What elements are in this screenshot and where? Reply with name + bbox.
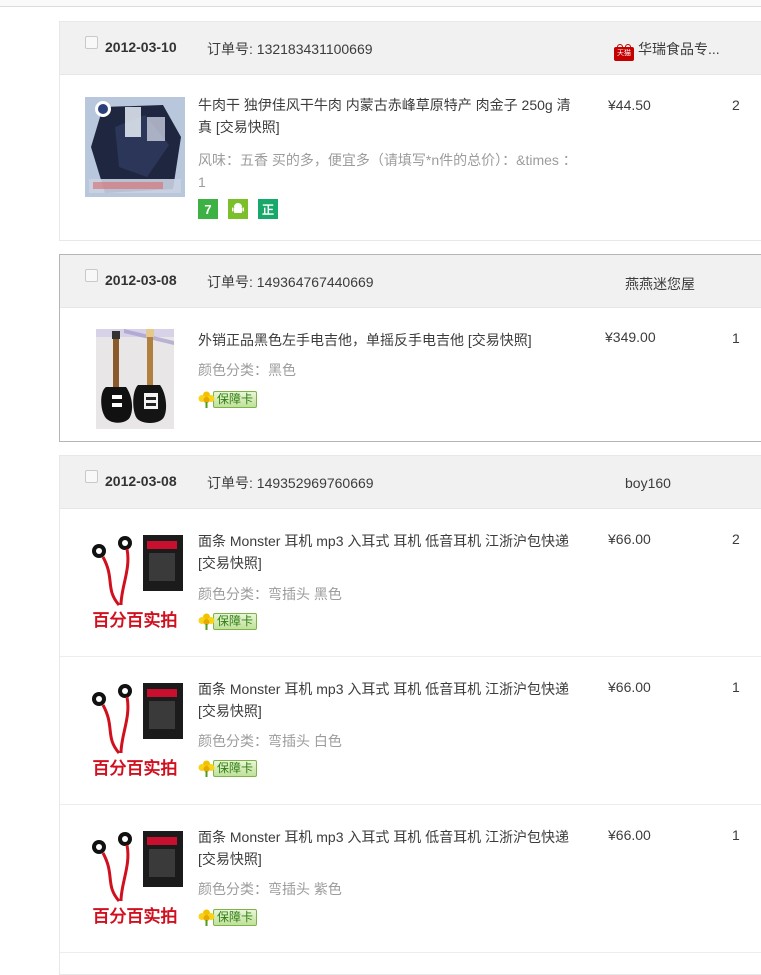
image-caption: 百分百实拍	[93, 906, 178, 925]
item-quantity: 2	[732, 97, 740, 113]
seller-link[interactable]: 天猫 华瑞食品专...	[614, 39, 720, 61]
flower-icon	[198, 909, 215, 926]
order-number: 订单号: 132183431100669	[207, 39, 373, 59]
order-card: 2012-03-08 订单号: 149364767440669 燕燕迷您屋 外销…	[59, 254, 761, 442]
service-icons: 保障卡	[198, 613, 258, 630]
protection-card-badge[interactable]: 保障卡	[198, 391, 258, 408]
protection-card-label: 保障卡	[213, 391, 258, 408]
image-caption: 百分百实拍	[93, 610, 178, 629]
protection-card-label: 保障卡	[213, 909, 258, 926]
item-title-link[interactable]: 面条 Monster 耳机 mp3 入耳式 耳机 低音耳机 江浙沪包快递 [交易…	[198, 826, 573, 870]
order-select-checkbox[interactable]	[85, 269, 98, 282]
item-title-link[interactable]: 面条 Monster 耳机 mp3 入耳式 耳机 低音耳机 江浙沪包快递 [交易…	[198, 530, 573, 574]
order-item: 百分百实拍 面条 Monster 耳机 mp3 入耳式 耳机 低音耳机 江浙沪包…	[60, 805, 761, 953]
order-header: 2012-03-08 订单号: 149364767440669 燕燕迷您屋	[60, 255, 761, 308]
item-quantity: 2	[732, 531, 740, 547]
item-price: ¥44.50	[608, 97, 651, 113]
order-number-label: 订单号:	[207, 41, 257, 57]
order-card: 2012-03-08 订单号: 149352969760669 boy160 百…	[59, 455, 761, 975]
item-title-link[interactable]: 牛肉干 独伊佳风干牛肉 内蒙古赤峰草原特产 肉金子 250g 清真 [交易快照]	[198, 94, 573, 138]
order-select-checkbox[interactable]	[85, 470, 98, 483]
seller-name[interactable]: boy160	[625, 475, 671, 491]
order-number-value: 149364767440669	[256, 274, 374, 290]
item-price: ¥66.00	[608, 679, 651, 695]
order-number-label: 订单号:	[207, 274, 257, 290]
order-card: 2012-03-10 订单号: 132183431100669 天猫 华瑞食品专.…	[59, 21, 761, 241]
order-item: 外销正品黑色左手电吉他，单摇反手电吉他 [交易快照] 颜色分类：黑色 ¥349.…	[60, 308, 761, 442]
item-quantity: 1	[732, 827, 740, 843]
item-price: ¥349.00	[605, 329, 656, 345]
item-price: ¥66.00	[608, 827, 651, 843]
item-quantity: 1	[732, 679, 740, 695]
item-attributes: 颜色分类：弯插头 白色	[198, 733, 342, 749]
item-title-link[interactable]: 外销正品黑色左手电吉他，单摇反手电吉他 [交易快照]	[198, 329, 573, 351]
authentic-guarantee-icon[interactable]: 正	[258, 199, 278, 219]
protection-card-badge[interactable]: 保障卡	[198, 760, 258, 777]
order-number-value: 149352969760669	[256, 475, 374, 491]
protection-card-label: 保障卡	[213, 760, 258, 777]
service-icons: 保障卡	[198, 760, 258, 777]
flower-icon	[198, 760, 215, 777]
order-date: 2012-03-08	[105, 473, 177, 489]
mobile-order-icon[interactable]	[228, 199, 248, 219]
order-date: 2012-03-08	[105, 272, 177, 288]
guitar-thumbnail[interactable]	[96, 329, 174, 429]
order-number: 订单号: 149352969760669	[207, 473, 374, 493]
service-icons: 保障卡	[198, 909, 258, 926]
protection-card-badge[interactable]: 保障卡	[198, 909, 258, 926]
top-divider	[0, 0, 761, 7]
order-header: 2012-03-08 订单号: 149352969760669 boy160	[60, 456, 761, 509]
item-title-link[interactable]: 面条 Monster 耳机 mp3 入耳式 耳机 低音耳机 江浙沪包快递 [交易…	[198, 678, 573, 722]
flower-icon	[198, 391, 215, 408]
order-item: 百分百实拍 面条 Monster 耳机 mp3 入耳式 耳机 低音耳机 江浙沪包…	[60, 657, 761, 805]
order-item: 百分百实拍 面条 Monster 耳机 mp3 入耳式 耳机 低音耳机 江浙沪包…	[60, 509, 761, 657]
seven-day-return-icon[interactable]: 7	[198, 199, 218, 219]
service-icons: 7 正	[198, 199, 278, 219]
order-header: 2012-03-10 订单号: 132183431100669 天猫 华瑞食品专.…	[60, 22, 761, 75]
order-number-label: 订单号:	[207, 475, 257, 491]
item-attributes: 颜色分类：弯插头 黑色	[198, 586, 342, 602]
flower-icon	[198, 613, 215, 630]
item-attributes: 颜色分类：弯插头 紫色	[198, 881, 342, 897]
item-attributes: 颜色分类：黑色	[198, 362, 296, 378]
item-price: ¥66.00	[608, 531, 651, 547]
seller-name[interactable]: 燕燕迷您屋	[625, 274, 695, 294]
image-caption: 百分百实拍	[93, 758, 178, 777]
order-item: 牛肉干 独伊佳风干牛肉 内蒙古赤峰草原特产 肉金子 250g 清真 [交易快照]…	[60, 75, 761, 241]
tmall-icon: 天猫	[614, 44, 634, 61]
order-date: 2012-03-10	[105, 39, 177, 55]
order-number: 订单号: 149364767440669	[207, 272, 374, 292]
earphones-thumbnail[interactable]: 百分百实拍	[85, 825, 185, 925]
protection-card-label: 保障卡	[213, 613, 258, 630]
seller-name: 华瑞食品专...	[638, 41, 720, 57]
earphones-thumbnail[interactable]: 百分百实拍	[85, 677, 185, 777]
protection-card-badge[interactable]: 保障卡	[198, 613, 258, 630]
earphones-thumbnail[interactable]: 百分百实拍	[85, 529, 185, 629]
order-select-checkbox[interactable]	[85, 36, 98, 49]
item-attributes: 风味：五香 买的多，便宜多（请填写*n件的总价）：&times ：1	[198, 152, 577, 190]
beef-jerky-thumbnail[interactable]	[85, 97, 185, 197]
item-quantity: 1	[732, 330, 740, 346]
order-number-value: 132183431100669	[256, 41, 373, 57]
service-icons: 保障卡	[198, 391, 258, 408]
